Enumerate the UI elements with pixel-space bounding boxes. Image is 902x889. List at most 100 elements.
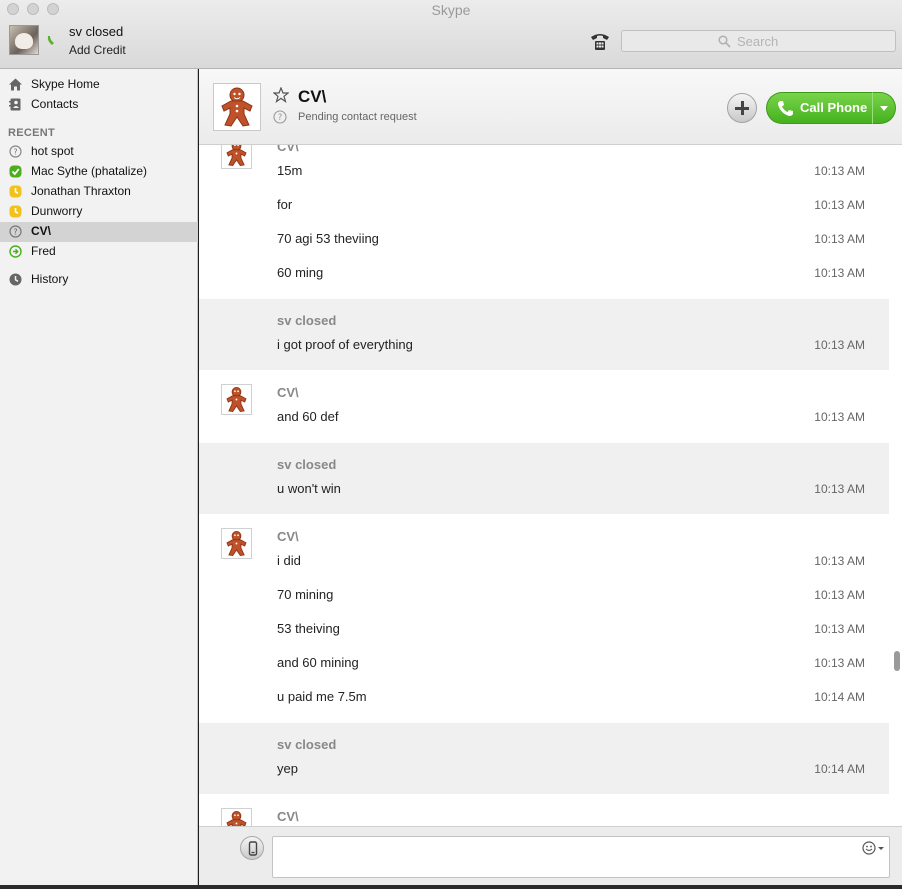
incoming-message-group: CV\ 15m 10:13 AM for 10:13 AM 70 agi 53 thevi… [199, 145, 889, 298]
message-timestamp: 10:14 AM [814, 690, 865, 704]
message-sender: CV\ [277, 145, 299, 154]
sidebar-item-cv[interactable]: ? CV\ [0, 222, 198, 242]
message-timestamp: 10:13 AM [814, 164, 865, 178]
contacts-icon [9, 98, 21, 111]
message-row[interactable]: for 10:13 AM [199, 197, 889, 217]
sidebar-item-label: hot spot [31, 144, 74, 158]
svg-text:?: ? [13, 148, 17, 157]
sidebar-item-label: Contacts [31, 97, 79, 111]
message-row[interactable]: u won't win 10:13 AM [199, 481, 889, 501]
outgoing-message-group: sv closed u won't win 10:13 AM [199, 443, 889, 514]
message-row[interactable]: yep 10:14 AM [199, 761, 889, 781]
message-timestamp: 10:13 AM [814, 232, 865, 246]
away-status-icon [9, 205, 22, 218]
message-sender: CV\ [277, 529, 299, 544]
message-timestamp: 10:13 AM [814, 622, 865, 636]
message-row[interactable]: 60 ming 10:13 AM [199, 265, 889, 285]
incoming-message-group: CV\ and 60 def 10:13 AM [199, 371, 889, 442]
message-text: 70 mining [277, 587, 334, 602]
avatar[interactable] [9, 25, 39, 55]
call-phone-label: Call Phone [800, 100, 868, 115]
sidebar-item-skype-home[interactable]: Skype Home [0, 75, 198, 95]
pending-status-icon: ? [9, 145, 22, 158]
message-row[interactable]: and 60 mining 10:13 AM [199, 655, 889, 675]
chat-header: CV\ ? Pending contact request Call Phone [199, 69, 902, 145]
message-text: and 60 def [277, 409, 339, 424]
message-timestamp: 10:14 AM [814, 762, 865, 776]
message-input[interactable] [272, 836, 890, 878]
call-phone-button[interactable]: Call Phone [766, 92, 872, 124]
sidebar-item-dunworry[interactable]: Dunworry [0, 202, 198, 222]
call-options-dropdown[interactable] [872, 92, 896, 124]
message-text: u won't win [277, 481, 341, 496]
sidebar-item-label: Jonathan Thraxton [31, 184, 131, 198]
message-text: and 60 mining [277, 655, 359, 670]
message-timestamp: 10:13 AM [814, 656, 865, 670]
svg-text:?: ? [13, 228, 17, 237]
message-text: u paid me 7.5m [277, 689, 367, 704]
sidebar: Skype Home Contacts RECENT ? hot spot Ma… [0, 69, 198, 885]
message-row[interactable]: 70 mining 10:13 AM [199, 587, 889, 607]
message-timestamp: 10:13 AM [814, 198, 865, 212]
away-status-icon [9, 185, 22, 198]
incoming-message-group: CV\how the fuck do you think10:14 AM [199, 795, 889, 826]
message-row[interactable]: 53 theiving 10:13 AM [199, 621, 889, 641]
sidebar-item-fred[interactable]: Fred [0, 242, 198, 262]
outgoing-message-group: sv closed yep 10:14 AM [199, 723, 889, 794]
add-participant-button[interactable] [727, 93, 757, 123]
sidebar-item-history[interactable]: History [0, 270, 198, 290]
contact-avatar[interactable] [213, 83, 261, 131]
incoming-message-group: CV\ i did 10:13 AM 70 mining 10:13 AM 53 thei… [199, 515, 889, 722]
sidebar-item-label: CV\ [31, 224, 52, 238]
scrollbar[interactable] [889, 145, 902, 826]
message-list[interactable]: CV\ 15m 10:13 AM for 10:13 AM 70 agi 53 thevi… [199, 145, 889, 826]
account-name[interactable]: sv closed [69, 24, 123, 39]
message-sender: CV\ [277, 385, 299, 400]
compose-bar [199, 826, 902, 885]
mobile-phone-icon [248, 841, 258, 856]
message-row[interactable]: 70 agi 53 theviing 10:13 AM [199, 231, 889, 251]
gingerbread-man-icon [221, 87, 253, 127]
message-sender: sv closed [277, 737, 337, 752]
message-row[interactable]: i got proof of everything 10:13 AM [199, 337, 889, 357]
sidebar-item-mac-sythe[interactable]: Mac Sythe (phatalize) [0, 162, 198, 182]
message-row[interactable]: and 60 def 10:13 AM [199, 409, 889, 429]
pending-status-icon: ? [273, 110, 287, 124]
message-text: i got proof of everything [277, 337, 413, 352]
mobile-status-icon[interactable] [47, 35, 54, 46]
sidebar-item-hot-spot[interactable]: ? hot spot [0, 142, 198, 162]
sidebar-item-contacts[interactable]: Contacts [0, 95, 198, 115]
message-text: 70 agi 53 theviing [277, 231, 379, 246]
phone-icon [778, 101, 793, 116]
forwarding-status-icon [9, 245, 22, 258]
favorite-star-icon[interactable] [273, 87, 289, 103]
sidebar-item-label: Fred [31, 244, 56, 258]
message-timestamp: 10:13 AM [814, 588, 865, 602]
sidebar-item-label: Dunworry [31, 204, 83, 218]
search-placeholder: Search [737, 34, 779, 49]
pending-status-icon: ? [9, 225, 22, 238]
sender-avatar[interactable] [221, 808, 252, 826]
online-status-icon [9, 165, 22, 178]
message-text: i did [277, 553, 301, 568]
sidebar-item-jonathan-thraxton[interactable]: Jonathan Thraxton [0, 182, 198, 202]
contact-name: CV\ [298, 87, 327, 106]
add-credit-link[interactable]: Add Credit [69, 43, 126, 57]
message-sender: sv closed [277, 457, 337, 472]
dialpad-icon[interactable] [589, 30, 611, 52]
message-text: 60 ming [277, 265, 324, 280]
message-sender: CV\ [277, 809, 299, 824]
scrollbar-thumb[interactable] [894, 651, 900, 671]
message-timestamp: 10:13 AM [814, 266, 865, 280]
home-icon [9, 78, 22, 91]
outgoing-message-group: sv closed i got proof of everything 10:13 … [199, 299, 889, 370]
message-timestamp: 10:13 AM [814, 554, 865, 568]
sidebar-item-label: Skype Home [31, 77, 100, 91]
sms-mode-button[interactable] [240, 836, 264, 860]
emoticon-icon[interactable] [862, 841, 886, 855]
svg-text:?: ? [278, 113, 283, 123]
message-row[interactable]: 15m 10:13 AM [199, 163, 889, 183]
message-row[interactable]: u paid me 7.5m 10:14 AM [199, 689, 889, 709]
message-text: for [277, 197, 293, 212]
message-row[interactable]: i did 10:13 AM [199, 553, 889, 573]
